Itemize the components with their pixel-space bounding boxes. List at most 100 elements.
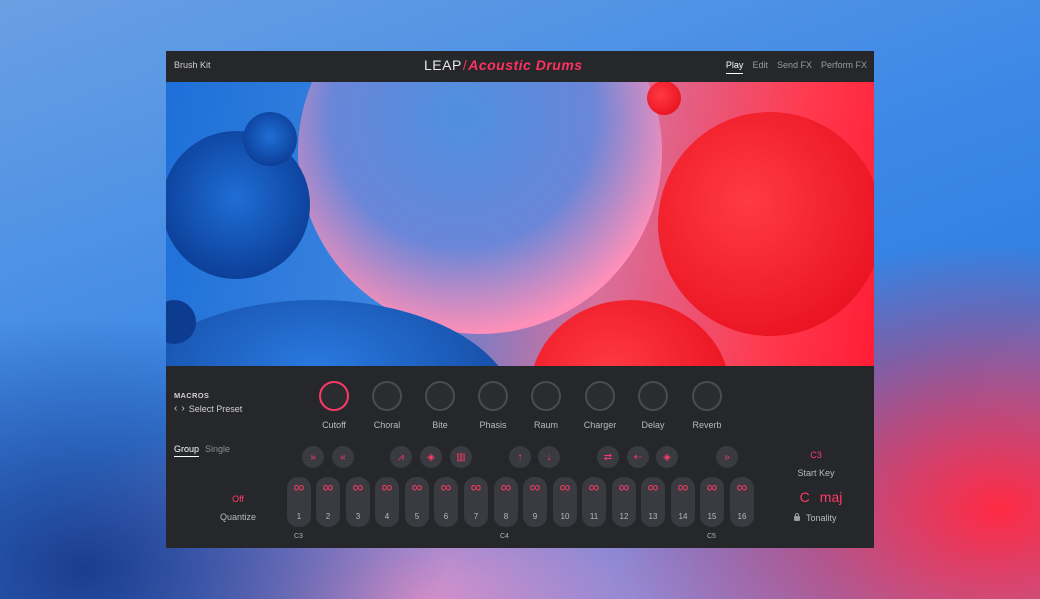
pad-number: 12 [619, 512, 629, 521]
pad-15[interactable]: ∞ 15 [700, 477, 724, 527]
macro-knob-choral[interactable]: Choral [362, 379, 412, 430]
arrow-up-button[interactable]: ↑ [509, 446, 531, 468]
tonality-value[interactable]: Cmaj [786, 489, 856, 505]
tab-play[interactable]: Play [725, 60, 744, 74]
tiny-red-bubble [647, 82, 681, 115]
fast-forward-button-2[interactable]: » [716, 446, 738, 468]
pad-13[interactable]: ∞ 13 [641, 477, 665, 527]
pad-number: 11 [589, 512, 599, 521]
knob-label: Cutoff [322, 420, 346, 430]
pad-5[interactable]: ∞ 5 [405, 477, 429, 527]
macro-knob-phasis[interactable]: Phasis [468, 379, 518, 430]
tonality-label: Tonality [806, 513, 837, 523]
macro-knob-cutoff[interactable]: Cutoff [309, 379, 359, 430]
quantize-value[interactable]: Off [218, 494, 258, 504]
knob-ring[interactable] [319, 381, 349, 411]
arrow-down-button[interactable]: ↓ [538, 446, 560, 468]
knob-ring[interactable] [425, 381, 455, 411]
logo-product: Acoustic Drums [468, 57, 583, 73]
reverse-button[interactable]: ⇠ [627, 446, 649, 468]
quantize-label: Quantize [219, 512, 257, 522]
infinity-icon: ∞ [647, 479, 659, 496]
lock-icon[interactable] [794, 512, 800, 521]
large-bubble [298, 82, 662, 334]
knob-ring[interactable] [638, 381, 668, 411]
octave-label-c4: C4 [500, 533, 509, 540]
next-preset-icon[interactable]: › [181, 403, 184, 414]
bubbles-artwork [166, 82, 874, 366]
knob-label: Reverb [692, 420, 722, 430]
start-key-value[interactable]: C3 [798, 450, 834, 460]
knob-label: Phasis [479, 420, 507, 430]
pad-10[interactable]: ∞ 10 [553, 477, 577, 527]
pad-1[interactable]: ∞ 1 [287, 477, 311, 527]
pad-14[interactable]: ∞ 14 [671, 477, 695, 527]
infinity-icon: ∞ [352, 479, 364, 496]
pad-7[interactable]: ∞ 7 [464, 477, 488, 527]
tab-single[interactable]: Single [205, 444, 230, 457]
infinity-icon: ∞ [500, 479, 512, 496]
octave-label-c3: C3 [294, 533, 303, 540]
octave-label-c5: C5 [707, 533, 716, 540]
knob-label: Choral [373, 420, 401, 430]
tab-edit[interactable]: Edit [752, 60, 768, 74]
pad-4[interactable]: ∞ 4 [375, 477, 399, 527]
pad-9[interactable]: ∞ 9 [523, 477, 547, 527]
tab-group[interactable]: Group [174, 444, 200, 457]
knob-label: Raum [533, 420, 558, 430]
infinity-icon: ∞ [381, 479, 393, 496]
pad-8[interactable]: ∞ 8 [494, 477, 518, 527]
diamond-button[interactable]: ◈ [656, 446, 678, 468]
infinity-icon: ∞ [440, 479, 452, 496]
macro-knob-raum[interactable]: Raum [521, 379, 571, 430]
pad-16[interactable]: ∞ 16 [730, 477, 754, 527]
infinity-icon: ∞ [588, 479, 600, 496]
knob-ring[interactable] [531, 381, 561, 411]
rewind-button[interactable]: « [332, 446, 354, 468]
knob-ring[interactable] [692, 381, 722, 411]
pad-number: 13 [648, 512, 658, 521]
infinity-icon: ∞ [559, 479, 571, 496]
pad-number: 1 [296, 512, 302, 521]
macro-knob-charger[interactable]: Charger [575, 379, 625, 430]
macro-knob-delay[interactable]: Delay [628, 379, 678, 430]
infinity-icon: ∞ [706, 479, 718, 496]
infinity-icon: ∞ [470, 479, 482, 496]
pad-2[interactable]: ∞ 2 [316, 477, 340, 527]
pad-number: 14 [678, 512, 688, 521]
header-bar: Brush Kit LEAP/Acoustic Drums Play Edit … [166, 51, 874, 82]
swap-button[interactable]: ⇄ [597, 446, 619, 468]
view-tabs: Play Edit Send FX Perform FX [725, 60, 867, 74]
knob-ring[interactable] [585, 381, 615, 411]
envelope-button[interactable]: ⩘ [390, 446, 412, 468]
knob-label: Delay [641, 420, 665, 430]
infinity-icon: ∞ [618, 479, 630, 496]
fast-forward-button[interactable]: » [302, 446, 324, 468]
tab-perform-fx[interactable]: Perform FX [821, 60, 867, 74]
select-preset-label[interactable]: Select Preset [189, 404, 243, 414]
pad-12[interactable]: ∞ 12 [612, 477, 636, 527]
knob-ring[interactable] [478, 381, 508, 411]
knob-label: Charger [583, 420, 617, 430]
pad-number: 16 [737, 512, 747, 521]
macro-knob-bite[interactable]: Bite [415, 379, 465, 430]
prev-preset-icon[interactable]: ‹ [174, 403, 177, 414]
tonality-scale[interactable]: maj [820, 489, 843, 505]
tab-send-fx[interactable]: Send FX [777, 60, 812, 74]
pad-3[interactable]: ∞ 3 [346, 477, 370, 527]
knob-label: Bite [432, 420, 448, 430]
macros-title: MACROS [174, 391, 210, 400]
preset-name[interactable]: Brush Kit [174, 60, 211, 70]
pad-number: 6 [443, 512, 449, 521]
pad-6[interactable]: ∞ 6 [434, 477, 458, 527]
knob-ring[interactable] [372, 381, 402, 411]
infinity-icon: ∞ [322, 479, 334, 496]
pad-11[interactable]: ∞ 11 [582, 477, 606, 527]
tonality-root[interactable]: C [800, 489, 810, 505]
diamond-grid-button[interactable]: ◈ [420, 446, 442, 468]
bars-button[interactable]: ▥ [450, 446, 472, 468]
macro-knob-reverb[interactable]: Reverb [682, 379, 732, 430]
preset-selector[interactable]: ‹ › Select Preset [174, 403, 242, 414]
product-logo: LEAP/Acoustic Drums [424, 57, 583, 73]
logo-slash: / [462, 57, 468, 73]
